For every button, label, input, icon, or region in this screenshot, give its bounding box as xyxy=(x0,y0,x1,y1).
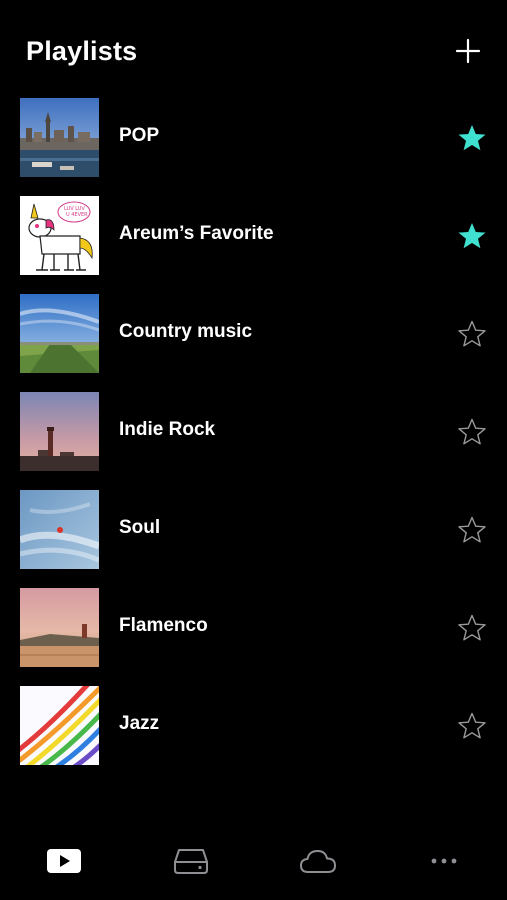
favorite-star-icon[interactable] xyxy=(457,417,487,447)
star-outline-icon xyxy=(458,614,486,641)
star-outline-icon xyxy=(458,418,486,445)
cloud-icon xyxy=(300,850,336,873)
playlist-name: Soul xyxy=(119,517,161,538)
playlist-name: Flamenco xyxy=(119,615,208,636)
playlist-thumbnail xyxy=(20,490,99,569)
lighthouse-sunset-photo xyxy=(20,588,99,667)
favorite-star-icon[interactable] xyxy=(457,515,487,545)
unicorn-drawing: LUV LUV U 4EVER xyxy=(20,196,99,275)
lighthouse-dusk-photo xyxy=(20,392,99,471)
playlist-item[interactable]: Country music xyxy=(0,294,507,392)
playlist-item[interactable]: Flamenco xyxy=(0,588,507,686)
play-icon xyxy=(47,849,81,873)
playlist-thumbnail xyxy=(20,686,99,765)
playlist-item[interactable]: POP xyxy=(0,98,507,196)
playlist-item[interactable]: Soul xyxy=(0,490,507,588)
header: Playlists xyxy=(0,26,507,82)
favorite-star-icon[interactable] xyxy=(457,613,487,643)
svg-text:U 4EVER: U 4EVER xyxy=(66,212,88,218)
star-outline-icon xyxy=(458,516,486,543)
playlist-name: Jazz xyxy=(119,713,160,734)
star-outline-icon xyxy=(458,320,486,347)
favorite-star-icon[interactable] xyxy=(457,221,487,251)
page-title: Playlists xyxy=(26,36,138,66)
add-playlist-button[interactable] xyxy=(455,38,481,64)
favorite-star-icon[interactable] xyxy=(457,711,487,741)
favorite-star-icon[interactable] xyxy=(457,319,487,349)
drive-icon xyxy=(174,849,208,874)
playlist-thumbnail xyxy=(20,294,99,373)
plus-icon xyxy=(455,38,481,64)
countryside-photo xyxy=(20,294,99,373)
playlist-name: Indie Rock xyxy=(119,419,216,440)
playlist-list: POP LUV LUV U 4EVER Areum’s Favorite Cou… xyxy=(0,98,507,784)
playlist-thumbnail xyxy=(20,588,99,667)
playlist-name: POP xyxy=(119,125,160,146)
playlist-name: Country music xyxy=(119,321,253,342)
playlist-item[interactable]: LUV LUV U 4EVER Areum’s Favorite xyxy=(0,196,507,294)
star-filled-icon xyxy=(458,223,486,249)
tab-storage[interactable] xyxy=(171,846,211,876)
playlist-thumbnail: LUV LUV U 4EVER xyxy=(20,196,99,275)
sky-clouds-photo xyxy=(20,490,99,569)
favorite-star-icon[interactable] xyxy=(457,123,487,153)
playlist-name: Areum’s Favorite xyxy=(119,223,274,244)
tab-playlists[interactable] xyxy=(44,846,84,876)
city-harbor-photo xyxy=(20,98,99,177)
tab-more[interactable] xyxy=(424,846,464,876)
tab-cloud[interactable] xyxy=(298,846,338,876)
playlist-item[interactable]: Jazz xyxy=(0,686,507,784)
more-icon xyxy=(431,858,457,864)
star-outline-icon xyxy=(458,712,486,739)
playlist-thumbnail xyxy=(20,392,99,471)
star-filled-icon xyxy=(458,125,486,151)
rainbow-drawing xyxy=(20,686,99,765)
playlist-item[interactable]: Indie Rock xyxy=(0,392,507,490)
playlists-screen: Playlists POP LUV LUV U 4EVER Areum’s Fa… xyxy=(0,0,507,900)
tab-bar xyxy=(0,838,507,900)
playlist-thumbnail xyxy=(20,98,99,177)
